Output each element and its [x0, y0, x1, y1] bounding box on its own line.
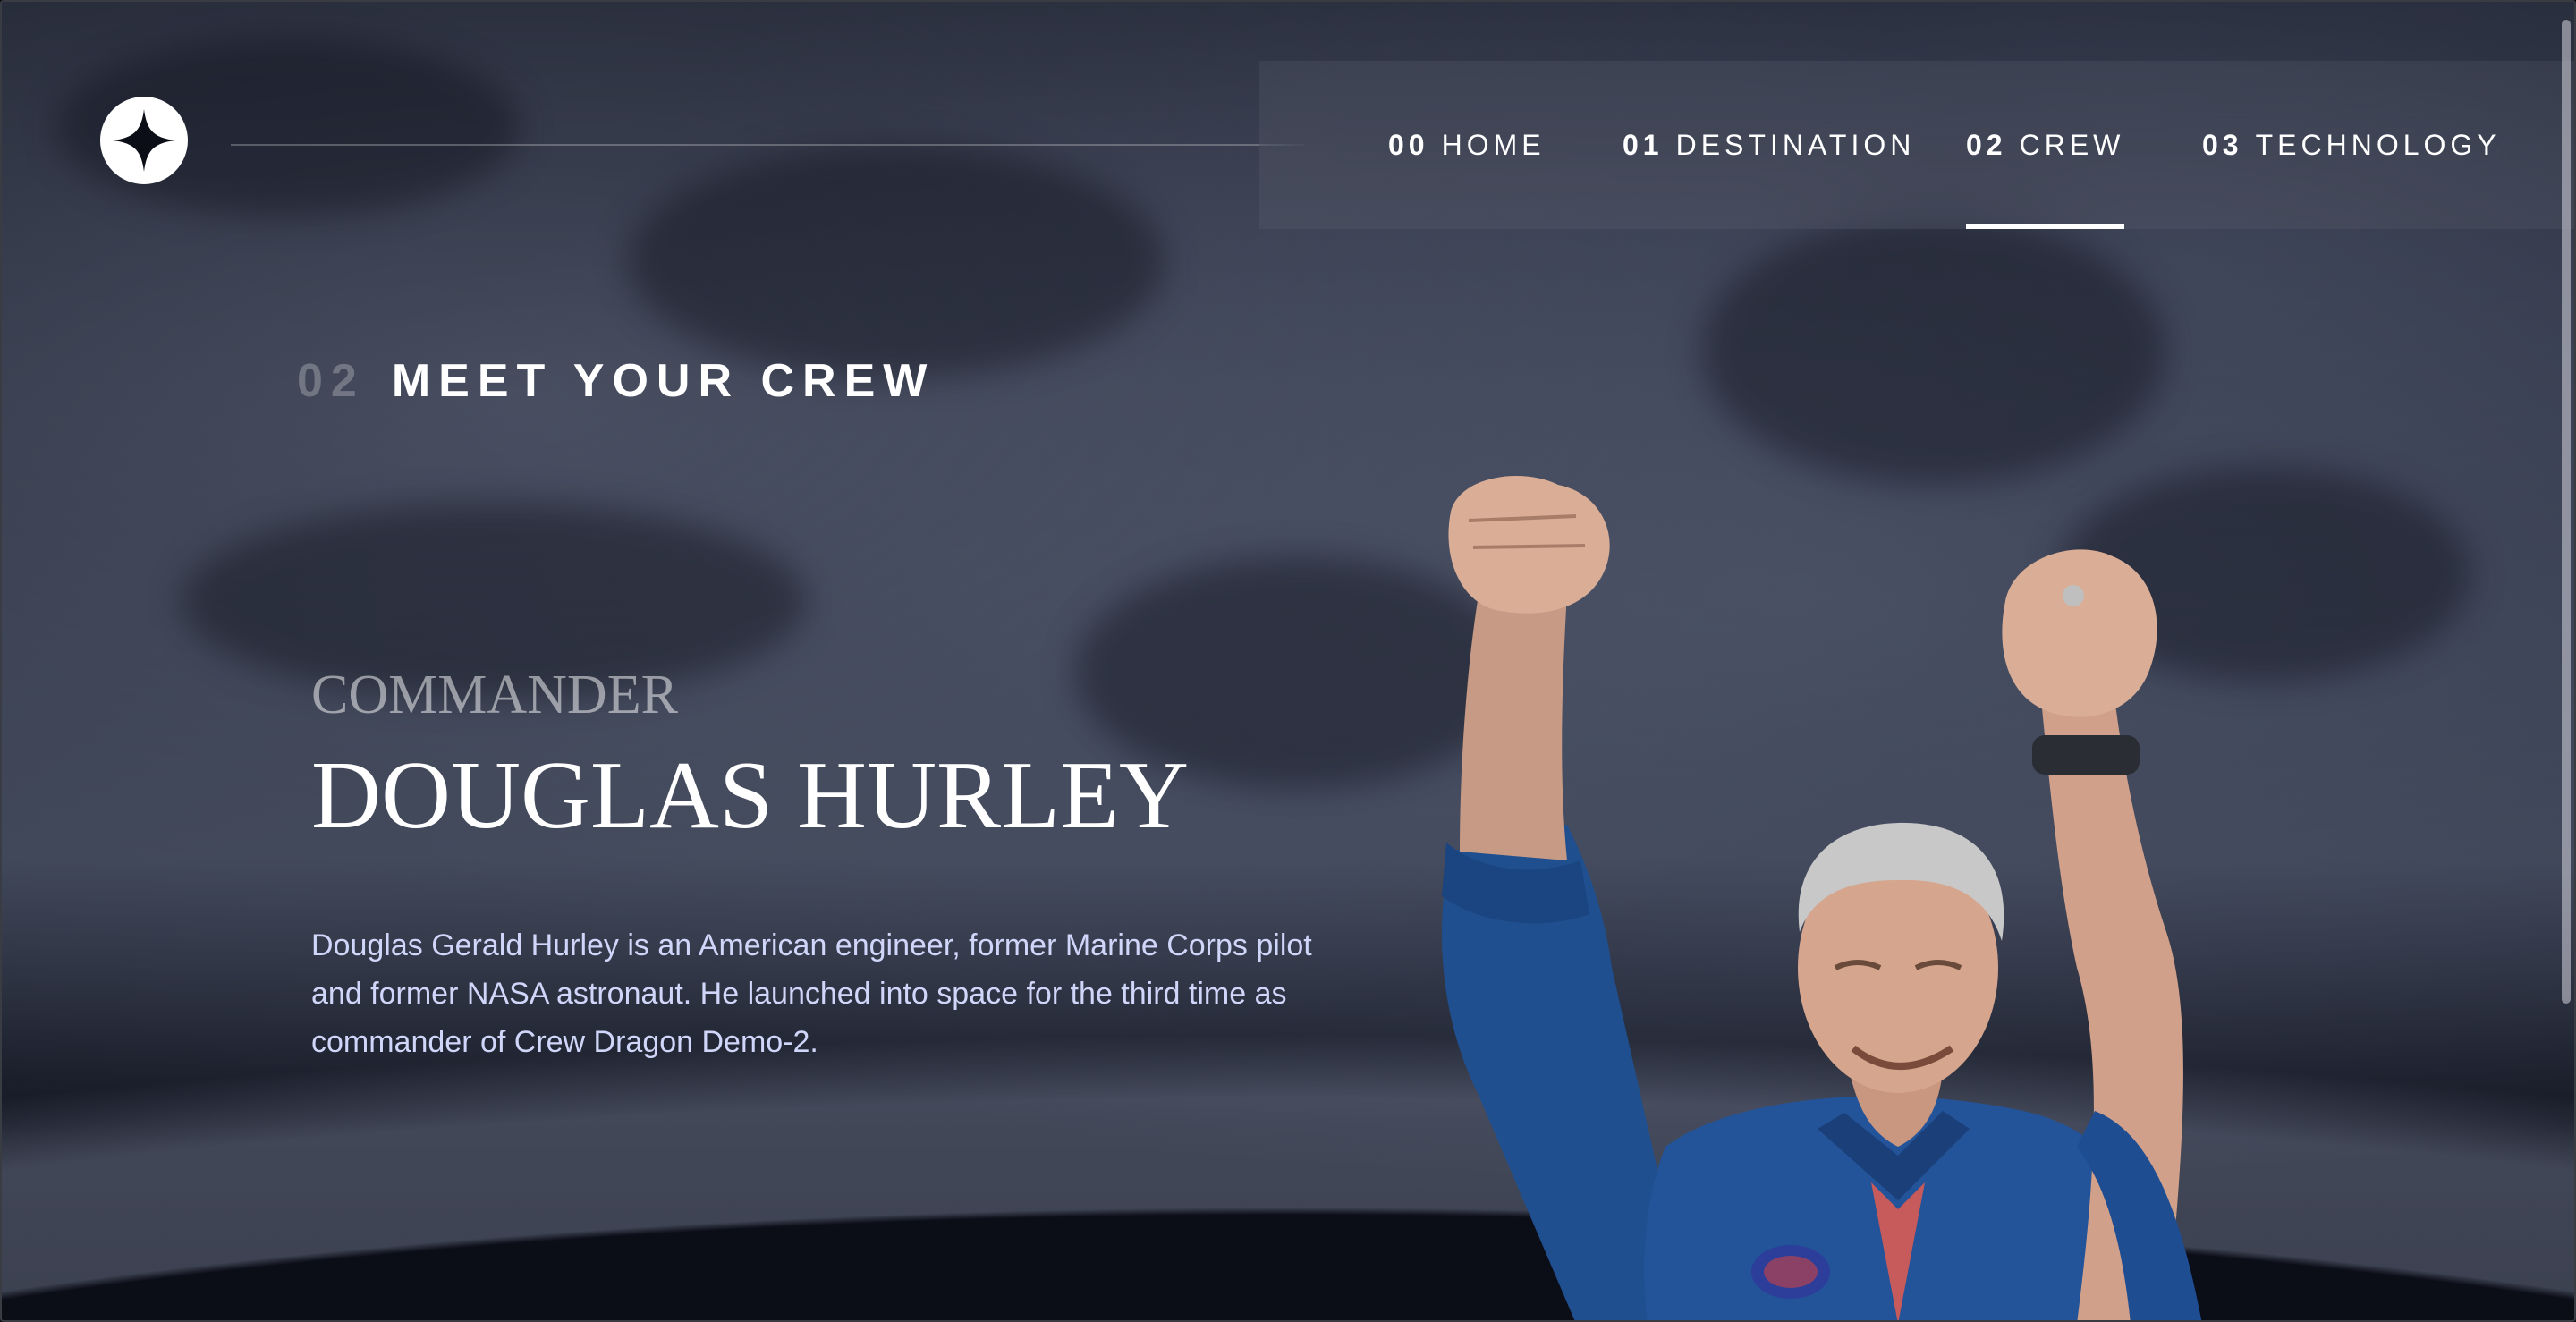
nav-item-home[interactable]: 00 HOME	[1388, 61, 1546, 229]
logo[interactable]	[100, 97, 188, 184]
nav-item-label: TECHNOLOGY	[2255, 129, 2501, 161]
crew-name: DOUGLAS HURLEY	[311, 742, 1189, 849]
section-heading: 02 MEET YOUR CREW	[297, 354, 935, 408]
section-number: 02	[297, 355, 365, 407]
crew-bio: Douglas Gerald Hurley is an American eng…	[311, 928, 1312, 1059]
nav-item-number: 02	[1966, 129, 2007, 161]
nav-item-destination[interactable]: 01 DESTINATION	[1623, 61, 1915, 229]
section-title: MEET YOUR CREW	[391, 355, 936, 407]
main-nav: 00 HOME 01 DESTINATION 02 CREW 03 TECHNOLOGY	[1259, 61, 2574, 229]
nav-item-number: 00	[1388, 129, 1429, 161]
nav-item-crew[interactable]: 02 CREW	[1966, 61, 2125, 229]
header-divider	[231, 144, 1304, 146]
site-header: 00 HOME 01 DESTINATION 02 CREW 03 TECHNOLOGY	[2, 61, 2574, 229]
scrollbar[interactable]	[2562, 20, 2571, 1004]
crew-member-image	[1442, 476, 2202, 1320]
nav-item-technology[interactable]: 03 TECHNOLOGY	[2202, 61, 2501, 229]
background-cloud	[1701, 216, 2166, 485]
nav-item-label: HOME	[1441, 129, 1546, 161]
nav-item-label: DESTINATION	[1675, 129, 1916, 161]
nav-item-number: 01	[1623, 129, 1664, 161]
nav-item-label: CREW	[2019, 129, 2125, 161]
crew-page: 00 HOME 01 DESTINATION 02 CREW 03 TECHNOLOGY…	[0, 0, 2576, 1322]
crew-role: COMMANDER	[311, 665, 678, 725]
star-icon	[113, 109, 175, 172]
nav-item-number: 03	[2202, 129, 2243, 161]
